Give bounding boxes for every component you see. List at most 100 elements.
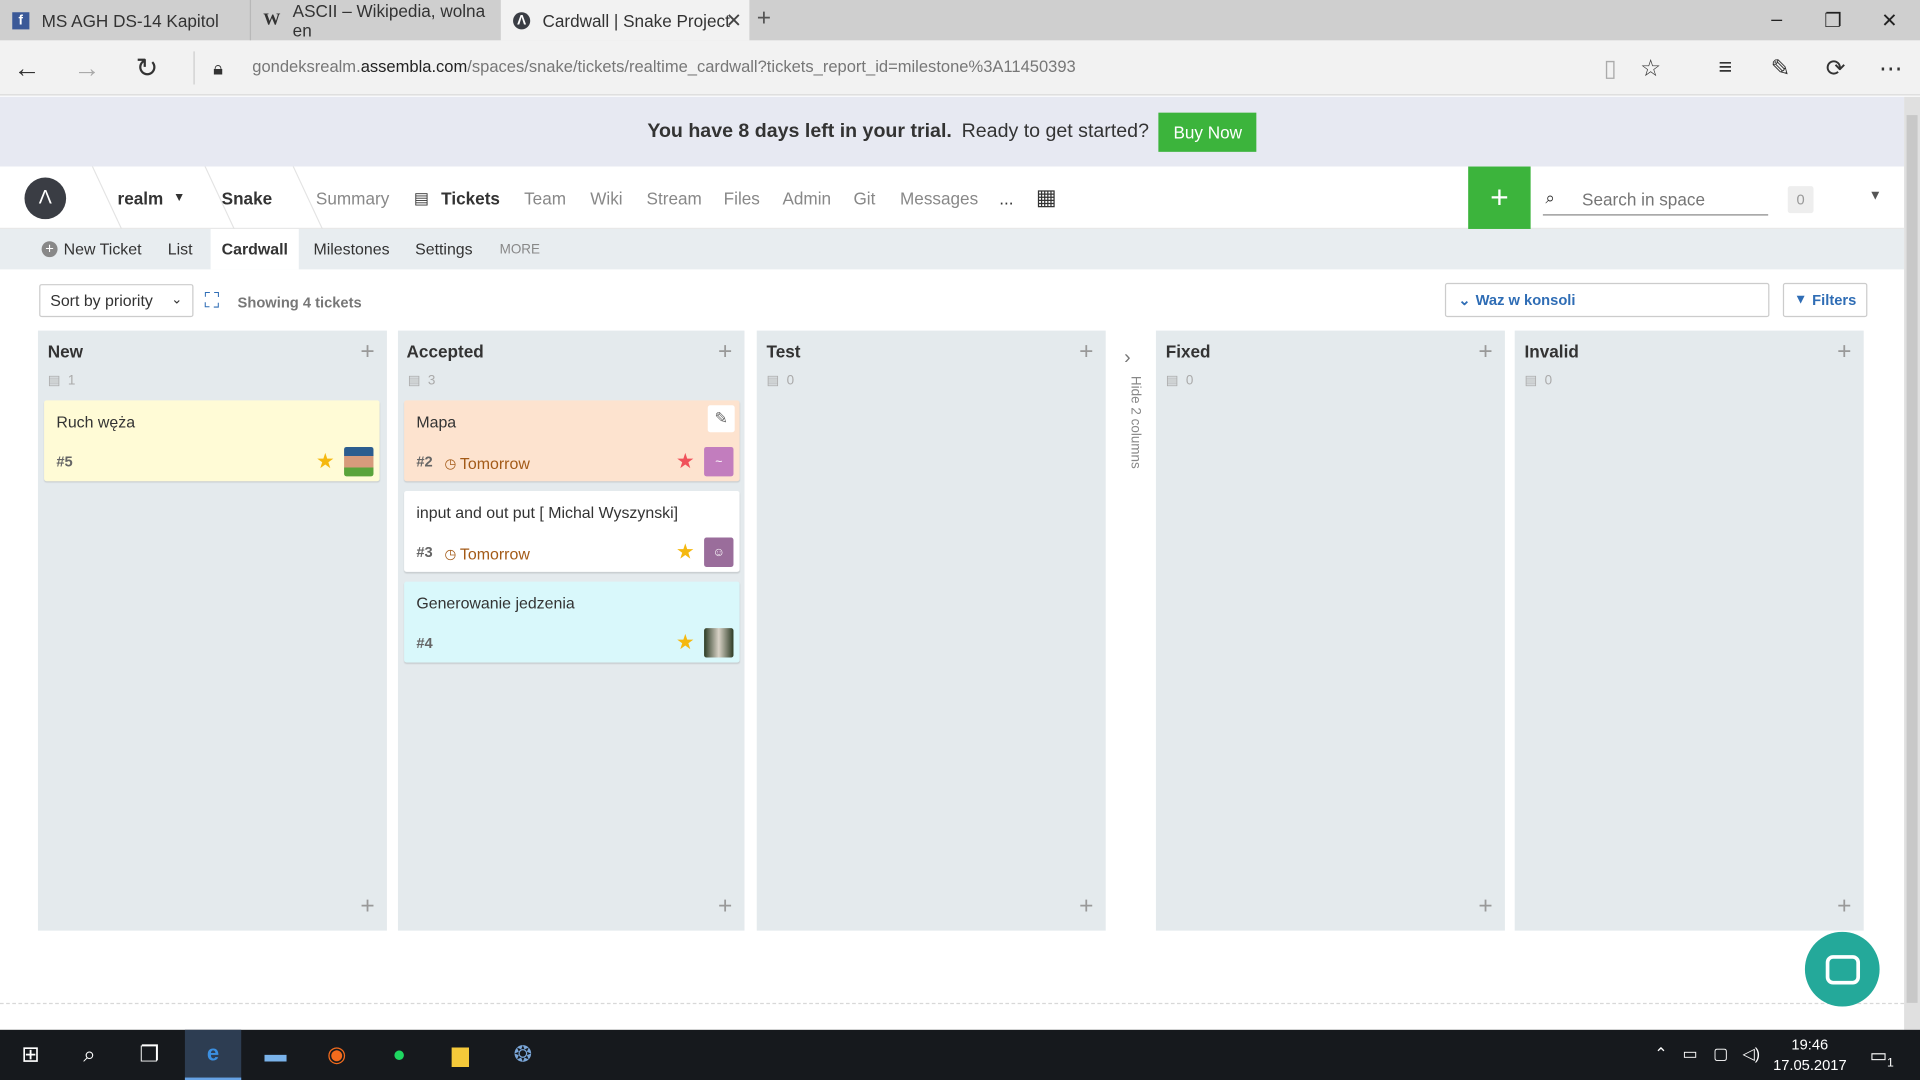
web-note-icon[interactable]: ✎: [1763, 51, 1797, 85]
taskbar-clock[interactable]: 19:46 17.05.2017: [1773, 1035, 1847, 1077]
nav-tickets[interactable]: ▤ Tickets: [414, 167, 500, 229]
filters-button[interactable]: ▼ Filters: [1782, 282, 1868, 318]
ticket-doc-icon: ▤: [413, 187, 429, 207]
star-icon[interactable]: ★: [676, 631, 695, 655]
user-avatar[interactable]: [344, 446, 374, 477]
user-avatar[interactable]: [704, 628, 734, 658]
nav-more[interactable]: ...: [999, 167, 1013, 229]
star-icon[interactable]: ★: [676, 540, 695, 564]
app-icon[interactable]: ❂: [495, 1030, 551, 1080]
nav-summary[interactable]: Summary: [316, 167, 389, 229]
nav-git[interactable]: Git: [853, 167, 875, 229]
add-card-icon[interactable]: +: [360, 893, 374, 921]
card-title: input and out put [ Michal Wyszynski]: [416, 503, 679, 522]
subnav-more[interactable]: MORE: [500, 229, 540, 269]
add-item-button[interactable]: +: [1468, 166, 1531, 229]
hide-columns-toggle[interactable]: › Hide 2 columns: [1112, 343, 1144, 490]
edit-pencil-icon[interactable]: ✎: [707, 405, 735, 433]
nav-stream[interactable]: Stream: [647, 167, 702, 229]
clock-icon: ◷: [444, 456, 457, 472]
subnav-settings[interactable]: Settings: [415, 229, 473, 269]
milestone-select[interactable]: ⌄ Waz w konsoli: [1444, 282, 1770, 318]
windows-start-icon[interactable]: ⊞: [2, 1030, 58, 1080]
file-explorer-icon[interactable]: ▆: [432, 1030, 488, 1080]
add-card-icon[interactable]: +: [360, 338, 374, 366]
edge-browser-icon[interactable]: e: [184, 1029, 242, 1080]
search-icon: ⌕: [1545, 187, 1555, 207]
search-icon[interactable]: ⌕: [61, 1030, 117, 1080]
ticket-card[interactable]: input and out put [ Michal Wyszynski] #3…: [404, 491, 740, 572]
url-field[interactable]: gondeksrealm.assembla.com/spaces/snake/t…: [252, 58, 1075, 76]
subnav-milestones[interactable]: Milestones: [313, 229, 389, 269]
add-card-icon[interactable]: +: [718, 338, 732, 366]
restore-icon[interactable]: ❐: [1805, 0, 1861, 40]
nav-files[interactable]: Files: [724, 167, 760, 229]
nav-team[interactable]: Team: [524, 167, 566, 229]
user-avatar[interactable]: ☺: [704, 537, 734, 567]
browser-tab-active[interactable]: Λ Cardwall | Snake Project ✕: [500, 0, 750, 41]
card-number: #5: [56, 453, 73, 471]
scrollbar-thumb[interactable]: [1906, 115, 1918, 1003]
facebook-icon: f: [12, 11, 30, 29]
browser-tab[interactable]: f MS AGH DS-14 Kapitol: [0, 0, 249, 40]
subnav-list[interactable]: List: [168, 229, 193, 269]
add-card-icon[interactable]: +: [718, 893, 732, 921]
add-card-icon[interactable]: +: [1079, 338, 1093, 366]
battery-icon[interactable]: ▭: [1682, 1044, 1697, 1064]
hub-icon[interactable]: ≡: [1708, 51, 1742, 85]
trial-message: You have 8 days left in your trial.: [647, 120, 952, 142]
add-card-icon[interactable]: +: [1837, 338, 1851, 366]
favorite-star-icon[interactable]: ☆: [1633, 51, 1667, 85]
assembla-logo-icon[interactable]: Λ: [24, 177, 67, 220]
wikipedia-icon: W: [263, 10, 281, 29]
chat-button[interactable]: [1804, 931, 1880, 1007]
nav-messages[interactable]: Messages: [900, 167, 978, 229]
add-card-icon[interactable]: +: [1478, 338, 1492, 366]
fullscreen-icon[interactable]: ⛶: [204, 289, 219, 313]
chat-icon: [1825, 954, 1860, 984]
share-icon[interactable]: ⟳: [1818, 51, 1852, 85]
notification-count[interactable]: 0: [1787, 186, 1814, 214]
apps-grid-icon[interactable]: ▦: [1036, 167, 1057, 229]
user-avatar[interactable]: ~: [704, 446, 734, 477]
sort-select[interactable]: Sort by priority ⌄: [39, 284, 194, 318]
refresh-icon[interactable]: ↻: [127, 49, 166, 88]
ticket-card[interactable]: Ruch węża #5 ★: [44, 400, 380, 482]
volume-icon[interactable]: ◁): [1742, 1044, 1760, 1064]
add-card-icon[interactable]: +: [1079, 893, 1093, 921]
star-icon[interactable]: ★: [676, 449, 695, 473]
search-input[interactable]: [1582, 189, 1766, 209]
search-box[interactable]: ⌕: [1542, 184, 1769, 216]
more-icon[interactable]: ⋯: [1873, 51, 1907, 85]
close-window-icon[interactable]: ✕: [1861, 0, 1917, 40]
spotify-icon[interactable]: ●: [371, 1030, 427, 1080]
minimize-icon[interactable]: –: [1749, 0, 1805, 40]
task-view-icon[interactable]: ❐: [121, 1030, 177, 1080]
action-center-icon[interactable]: ▭: [1870, 1044, 1887, 1067]
ticket-card[interactable]: Generowanie jedzenia #4 ★: [404, 581, 740, 663]
chevron-down-icon[interactable]: ▼: [1869, 189, 1882, 204]
subnav-cardwall[interactable]: Cardwall: [210, 228, 300, 270]
reading-view-icon[interactable]: ▯: [1593, 51, 1627, 85]
new-ticket-button[interactable]: + New Ticket: [41, 229, 142, 269]
doc-icon: ▤: [1524, 373, 1538, 389]
browser-tab[interactable]: W ASCII – Wikipedia, wolna en: [249, 0, 500, 41]
forward-icon[interactable]: →: [67, 49, 106, 88]
breadcrumb-space[interactable]: Snake: [222, 167, 273, 229]
close-tab-icon[interactable]: ✕: [726, 8, 742, 32]
chevron-up-icon[interactable]: ⌃: [1654, 1044, 1667, 1064]
add-card-icon[interactable]: +: [1837, 893, 1851, 921]
network-icon[interactable]: ▢: [1713, 1044, 1728, 1064]
ticket-card[interactable]: Mapa ✎ #2 ◷ Tomorrow ★ ~: [404, 400, 740, 482]
desktop-app-icon[interactable]: ▬: [247, 1030, 303, 1080]
breadcrumb-realm[interactable]: realm ▼: [118, 167, 186, 229]
chevron-right-icon: ›: [1124, 347, 1131, 369]
add-card-icon[interactable]: +: [1478, 893, 1492, 921]
back-icon[interactable]: ←: [7, 49, 46, 88]
buy-now-button[interactable]: Buy Now: [1158, 112, 1257, 152]
origin-icon[interactable]: ◉: [309, 1030, 365, 1080]
star-icon[interactable]: ★: [316, 449, 335, 473]
nav-admin[interactable]: Admin: [782, 167, 831, 229]
new-tab-icon[interactable]: +: [757, 5, 771, 33]
nav-wiki[interactable]: Wiki: [590, 167, 622, 229]
